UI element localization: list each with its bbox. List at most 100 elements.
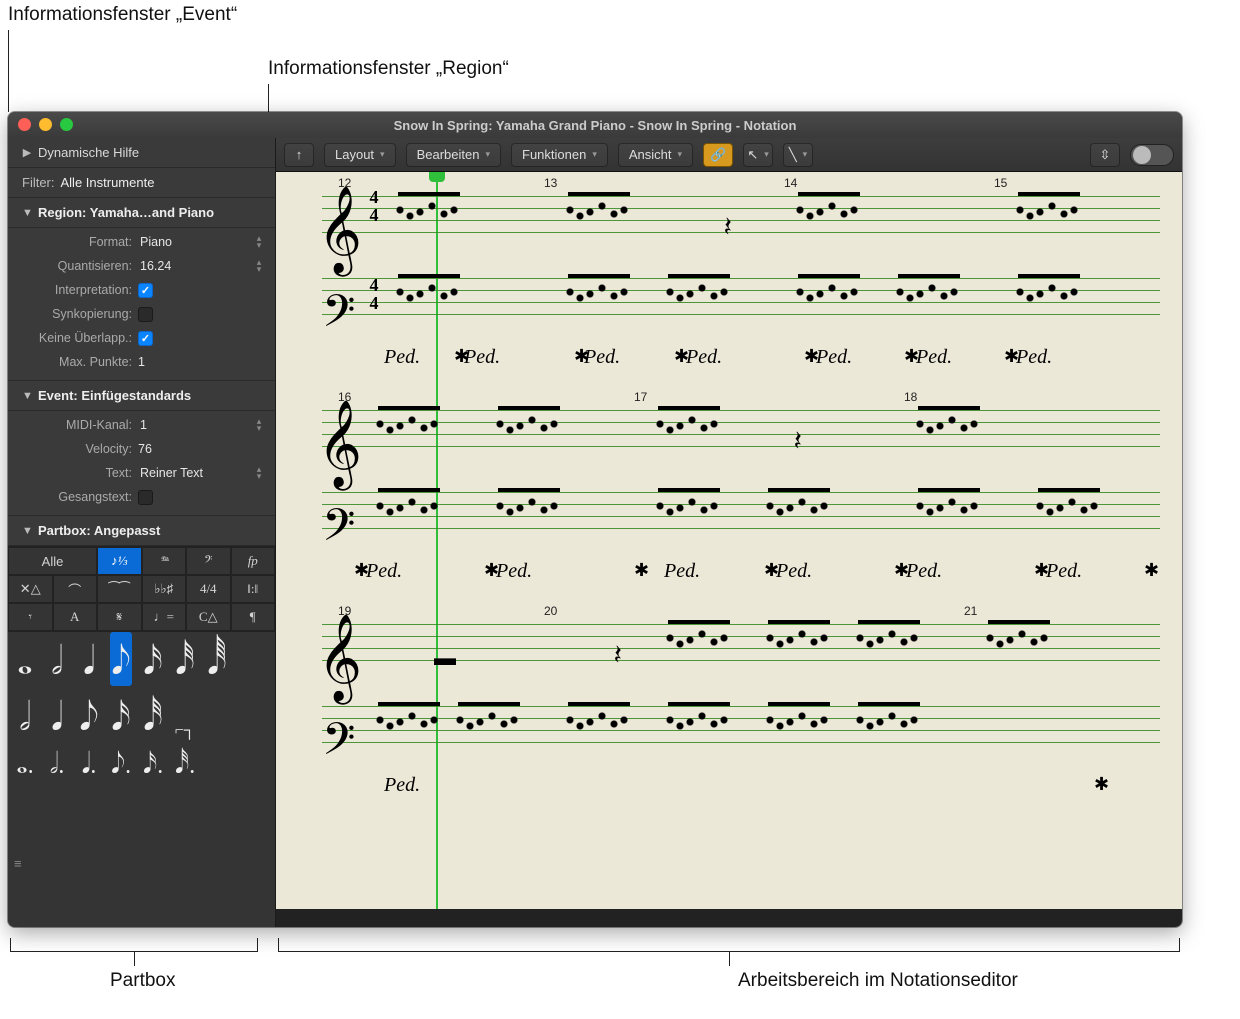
prop-text[interactable]: Text: Reiner Text ▴▾	[16, 461, 267, 485]
functions-menu[interactable]: Funktionen ▾	[511, 143, 608, 167]
notes[interactable]	[654, 486, 724, 552]
dropdown-stepper-icon[interactable]: ▴▾	[253, 259, 265, 273]
dotted-half-icon[interactable]: 𝅗𝅥.	[46, 742, 68, 782]
prop-midi-channel[interactable]: MIDI-Kanal: 1 ▴▾	[16, 413, 267, 437]
triplet-half-icon[interactable]: 𝅗𝅥	[14, 688, 36, 742]
notes[interactable]	[1034, 486, 1104, 552]
notes[interactable]	[794, 272, 864, 338]
prop-velocity[interactable]: Velocity: 76	[16, 437, 267, 461]
notes[interactable]	[984, 618, 1054, 684]
whole-note-icon[interactable]: 𝅝	[14, 632, 36, 686]
lyrics-checkbox[interactable]	[138, 490, 153, 505]
score-workarea[interactable]: 𝄞 4 4 12 13 14 15 𝄽	[276, 172, 1182, 927]
partbox-cat-dynamics[interactable]: fp	[231, 547, 276, 575]
dotted-eighth-icon[interactable]: 𝅘𝅥𝅮.	[110, 742, 132, 782]
triplet-thirtysecond-icon[interactable]: 𝅘𝅥𝅰	[142, 688, 164, 742]
notes[interactable]	[374, 700, 444, 766]
notes[interactable]	[374, 404, 444, 470]
filter-row[interactable]: Filter: Alle Instrumente	[8, 168, 275, 198]
partbox-cat-accidentals[interactable]: ♭♭♯	[142, 575, 187, 603]
partbox-cat-segno[interactable]: 𝄋	[97, 603, 142, 631]
notes[interactable]	[664, 272, 734, 338]
triplet-quarter-icon[interactable]: 𝅘𝅥	[46, 688, 68, 742]
eighth-note-icon[interactable]: 𝅘𝅥𝅮	[110, 632, 132, 686]
notes[interactable]	[564, 190, 634, 256]
partbox-cat-chord[interactable]: C△	[186, 603, 231, 631]
partbox-cat-ties[interactable]: ⁀⁀	[97, 575, 142, 603]
sixteenth-note-icon[interactable]: 𝅘𝅥𝅯	[142, 632, 164, 686]
vertical-zoom-button[interactable]: ⇳	[1090, 143, 1120, 167]
hierarchy-up-button[interactable]: ↑	[284, 143, 314, 167]
notes[interactable]	[394, 190, 464, 256]
partbox-cat-all[interactable]: Alle	[8, 547, 97, 575]
rest-icon[interactable]: 𝄽	[794, 420, 802, 460]
notes[interactable]	[764, 618, 834, 684]
region-section-header[interactable]: ▼ Region: Yamaha…and Piano	[8, 198, 275, 228]
prop-syncopation[interactable]: Synkopierung:	[16, 302, 267, 326]
sixtyfourth-note-icon[interactable]: 𝅘𝅥𝅱	[206, 632, 228, 686]
partbox-cat-noteeq[interactable]: ♩=	[142, 603, 187, 631]
layout-menu[interactable]: Layout ▾	[324, 143, 396, 167]
pointer-tool-button[interactable]: ↖▾	[743, 143, 773, 167]
zoom-icon[interactable]	[60, 118, 73, 131]
close-icon[interactable]	[18, 118, 31, 131]
partbox-cat-repeat[interactable]: ‖:‖	[231, 575, 276, 603]
prop-lyrics[interactable]: Gesangstext:	[16, 485, 267, 509]
partbox-section-header[interactable]: ▼ Partbox: Angepasst	[8, 516, 275, 546]
interpretation-checkbox[interactable]	[138, 283, 153, 298]
notes[interactable]	[764, 486, 834, 552]
quarter-note-icon[interactable]: 𝅘𝅥	[78, 632, 100, 686]
notes[interactable]	[494, 404, 564, 470]
notes[interactable]	[794, 190, 864, 256]
notes[interactable]	[394, 272, 464, 338]
dotted-sixteenth-icon[interactable]: 𝅘𝅥𝅯.	[142, 742, 164, 782]
partbox-cat-timesig[interactable]: 4/4	[186, 575, 231, 603]
dropdown-stepper-icon[interactable]: ▴▾	[253, 418, 265, 432]
dotted-whole-icon[interactable]: 𝅝.	[14, 742, 36, 782]
notes[interactable]	[854, 700, 924, 766]
notes[interactable]	[454, 700, 524, 766]
partbox-cat-slurs[interactable]: ⌒	[53, 575, 98, 603]
notes[interactable]	[494, 486, 564, 552]
staff-bass[interactable]	[322, 706, 1160, 754]
view-menu[interactable]: Ansicht ▾	[618, 143, 693, 167]
half-note-icon[interactable]: 𝅗𝅥	[46, 632, 68, 686]
notes[interactable]	[894, 272, 964, 338]
edit-menu[interactable]: Bearbeiten ▾	[406, 143, 501, 167]
notes[interactable]	[1014, 190, 1084, 256]
drag-handle-icon[interactable]: ≡	[14, 856, 26, 871]
notes[interactable]	[374, 486, 444, 552]
notes[interactable]	[664, 700, 734, 766]
notes[interactable]	[914, 486, 984, 552]
rest-icon[interactable]: ▬	[434, 634, 456, 674]
notes[interactable]	[1014, 272, 1084, 338]
triplet-eighth-icon[interactable]: 𝅘𝅥𝅮	[78, 688, 100, 742]
catch-playhead-button[interactable]: 🔗	[703, 143, 733, 167]
notes[interactable]	[564, 272, 634, 338]
nooverlap-checkbox[interactable]	[138, 331, 153, 346]
partbox-cat-pedal[interactable]: 𝆮	[142, 547, 187, 575]
rest-icon[interactable]: 𝄽	[724, 206, 732, 246]
thirtysecond-note-icon[interactable]: 𝅘𝅥𝅰	[174, 632, 196, 686]
syncopation-checkbox[interactable]	[138, 307, 153, 322]
minimize-icon[interactable]	[39, 118, 52, 131]
line-tool-button[interactable]: ╲▾	[783, 143, 813, 167]
prop-format[interactable]: Format: Piano ▴▾	[16, 230, 267, 254]
prop-interpretation[interactable]: Interpretation:	[16, 278, 267, 302]
dropdown-stepper-icon[interactable]: ▴▾	[253, 235, 265, 249]
partbox-cat-paragraph[interactable]: ¶	[231, 603, 276, 631]
partbox-cat-ornaments[interactable]: ✕△	[8, 575, 53, 603]
help-header[interactable]: ▶ Dynamische Hilfe	[8, 138, 275, 168]
prop-quantize[interactable]: Quantisieren: 16.24 ▴▾	[16, 254, 267, 278]
notes[interactable]	[564, 700, 634, 766]
partbox-cat-clef[interactable]: 𝄢	[186, 547, 231, 575]
prop-maxpoints[interactable]: Max. Punkte: 1	[16, 350, 267, 374]
prop-nooverlap[interactable]: Keine Überlapp.:	[16, 326, 267, 350]
partbox-cat-rests[interactable]: 𝄾	[8, 603, 53, 631]
ntuplet-icon[interactable]: ⌐┐	[174, 714, 196, 742]
midi-in-toggle[interactable]	[1130, 144, 1174, 166]
notes[interactable]	[854, 618, 924, 684]
notes[interactable]	[664, 618, 734, 684]
rest-icon[interactable]: 𝄽	[614, 634, 622, 674]
staff-treble[interactable]	[322, 410, 1160, 458]
